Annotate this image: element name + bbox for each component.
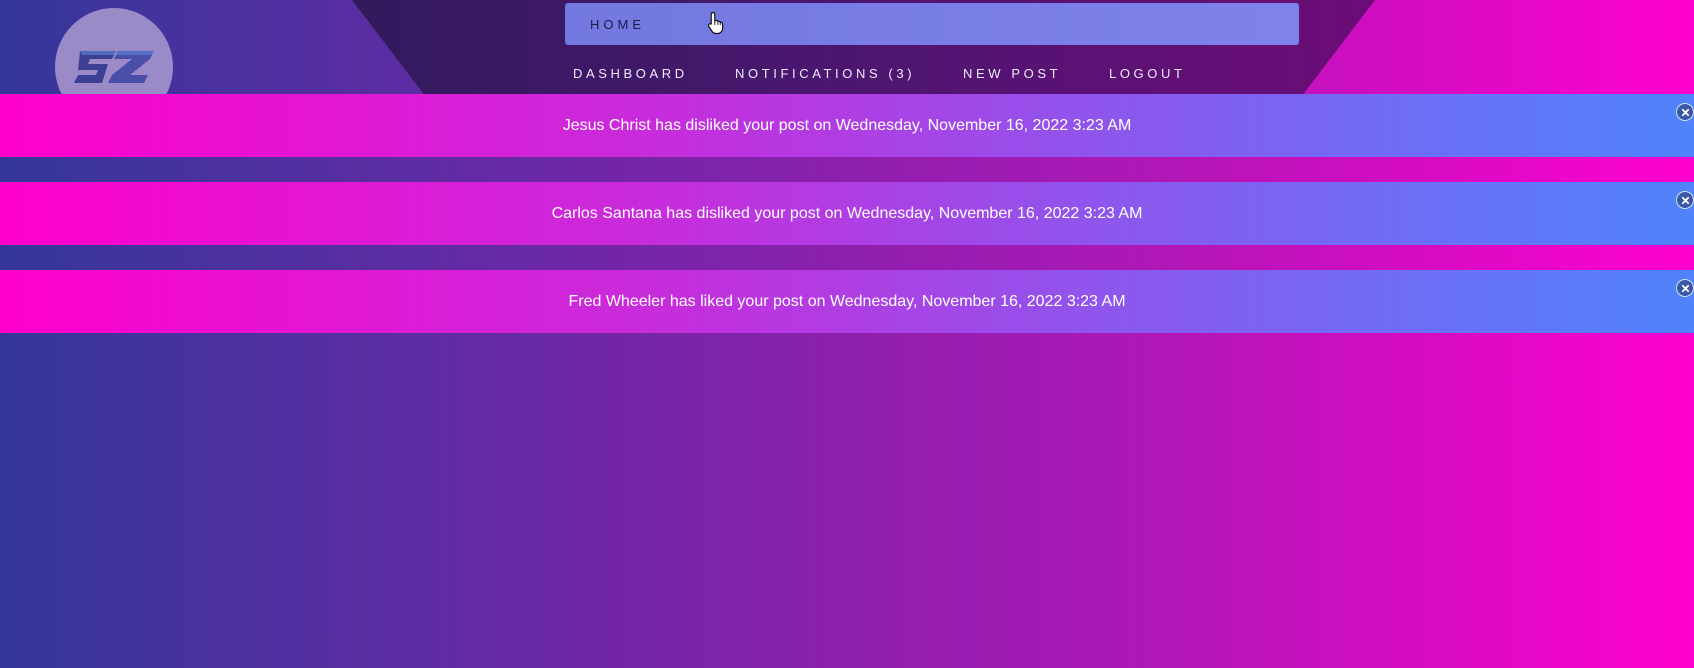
- close-notification-button[interactable]: [1676, 103, 1694, 121]
- notification-item: Carlos Santana has disliked your post on…: [0, 182, 1694, 245]
- notification-text: Fred Wheeler has liked your post on Wedn…: [568, 292, 1126, 310]
- close-icon: [1681, 196, 1689, 204]
- hand-cursor-icon: [707, 11, 724, 35]
- close-notification-button[interactable]: [1676, 279, 1694, 297]
- notification-text: Carlos Santana has disliked your post on…: [551, 204, 1143, 222]
- notification-item: Jesus Christ has disliked your post on W…: [0, 94, 1694, 157]
- nav-dashboard-link[interactable]: DASHBOARD: [573, 66, 688, 81]
- nav-logout-link[interactable]: LOGOUT: [1109, 66, 1186, 81]
- close-notification-button[interactable]: [1676, 191, 1694, 209]
- main-navigation: DASHBOARD NOTIFICATIONS (3) NEW POST LOG…: [0, 66, 1694, 82]
- nav-home-label: HOME: [590, 16, 645, 32]
- notification-item: Fred Wheeler has liked your post on Wedn…: [0, 270, 1694, 333]
- nav-new-post-link[interactable]: NEW POST: [963, 66, 1061, 81]
- nav-notifications-link[interactable]: NOTIFICATIONS (3): [735, 66, 915, 81]
- notification-text: Jesus Christ has disliked your post on W…: [562, 116, 1132, 134]
- nav-home-link[interactable]: HOME: [565, 3, 1299, 45]
- close-icon: [1681, 108, 1689, 116]
- close-icon: [1681, 284, 1689, 292]
